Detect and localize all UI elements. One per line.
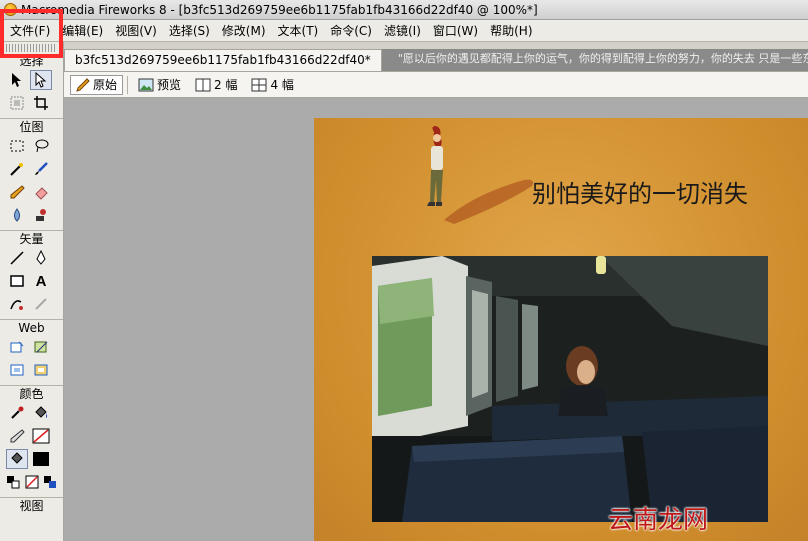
train-photo	[372, 256, 768, 522]
view-original-button[interactable]: 原始	[70, 74, 124, 95]
document-tab-bar: b3fc513d269759ee6b1175fab1fb43166d22df40…	[64, 49, 808, 72]
section-title-view: 视图	[0, 497, 63, 513]
rubber-stamp-tool-icon[interactable]	[30, 205, 52, 225]
lasso-tool-icon[interactable]	[30, 136, 52, 156]
show-slices-icon[interactable]	[30, 360, 52, 380]
two-up-icon	[195, 78, 211, 91]
view-separator	[127, 75, 129, 94]
view-mode-bar: 原始 预览 2 幅 4 幅	[64, 72, 808, 98]
four-up-icon	[251, 78, 267, 91]
view-preview-label: 预览	[157, 78, 182, 92]
document-canvas[interactable]: 别怕美好的一切消失	[314, 118, 808, 541]
section-title-select: 选择	[19, 54, 44, 68]
no-color-icon[interactable]	[23, 472, 41, 492]
view-4up-label: 4 幅	[270, 78, 294, 92]
image-preview-icon	[138, 78, 154, 91]
canvas-title-text: 别怕美好的一切消失	[532, 180, 748, 208]
menu-bar: 文件(F) 编辑(E) 视图(V) 选择(S) 修改(M) 文本(T) 命令(C…	[0, 20, 808, 42]
window-title: Macromedia Fireworks 8 - [b3fc513d269759…	[21, 2, 538, 17]
magic-wand-tool-icon[interactable]	[6, 159, 28, 179]
blur-tool-icon[interactable]	[6, 205, 28, 225]
hide-slices-icon[interactable]	[6, 360, 28, 380]
line-tool-icon[interactable]	[6, 248, 28, 268]
eraser-tool-icon[interactable]	[30, 182, 52, 202]
hotspot-tool-icon[interactable]	[6, 337, 28, 357]
menu-edit[interactable]: 编辑(E)	[56, 21, 109, 41]
section-title-web: Web	[0, 319, 63, 335]
menu-file[interactable]: 文件(F)	[4, 21, 56, 41]
view-preview-button[interactable]: 预览	[132, 75, 187, 95]
menu-view[interactable]: 视图(V)	[109, 21, 163, 41]
menu-text[interactable]: 文本(T)	[272, 21, 325, 41]
text-tool-icon[interactable]: A	[30, 271, 52, 291]
pointer-tool-icon[interactable]	[6, 70, 28, 90]
view-2up-button[interactable]: 2 幅	[189, 75, 243, 95]
view-2up-label: 2 幅	[214, 78, 238, 92]
pencil-icon	[76, 77, 90, 92]
rectangle-tool-icon[interactable]	[6, 271, 28, 291]
section-title-bitmap: 位图	[0, 118, 63, 134]
view-4up-button[interactable]: 4 幅	[245, 75, 299, 95]
window-titlebar: Macromedia Fireworks 8 - [b3fc513d269759…	[0, 0, 808, 20]
slice-tool-icon[interactable]	[30, 337, 52, 357]
document-tab-hint: "愿以后你的遇见都配得上你的运气，你的得到配得上你的努力，你的失去 只是一些东	[381, 49, 808, 71]
menu-modify[interactable]: 修改(M)	[216, 21, 272, 41]
menu-window[interactable]: 窗口(W)	[427, 21, 484, 41]
menu-select[interactable]: 选择(S)	[163, 21, 216, 41]
crop-tool-icon[interactable]	[30, 93, 52, 113]
stroke-color-icon[interactable]	[6, 426, 28, 446]
menu-filters[interactable]: 滤镜(I)	[378, 21, 427, 41]
paint-bucket-tool-icon[interactable]	[30, 403, 52, 423]
train-interior-image	[372, 256, 768, 522]
document-tab[interactable]: b3fc513d269759ee6b1175fab1fb43166d22df40…	[64, 49, 382, 71]
tools-panel: 选择 位图 矢量 A Web 颜色 视图	[0, 42, 64, 541]
subselection-tool-icon[interactable]	[30, 70, 52, 90]
marquee-tool-icon[interactable]	[6, 136, 28, 156]
watermark-text: 云南龙网	[608, 505, 709, 534]
menu-commands[interactable]: 命令(C)	[324, 21, 378, 41]
eyedropper-tool-icon[interactable]	[6, 403, 28, 423]
default-colors-icon[interactable]	[4, 472, 22, 492]
view-original-label: 原始	[93, 78, 118, 92]
fill-swatch-black-icon[interactable]	[30, 449, 52, 469]
pen-tool-icon[interactable]	[30, 248, 52, 268]
walking-girl-illustration	[427, 126, 533, 224]
scale-tool-icon[interactable]	[6, 93, 28, 113]
fireworks-app-icon	[4, 3, 17, 16]
panel-grip[interactable]	[6, 44, 57, 52]
stroke-swatch-none-icon[interactable]	[30, 426, 52, 446]
document-workspace: 别怕美好的一切消失	[64, 98, 808, 541]
pencil-tool-icon[interactable]	[6, 182, 28, 202]
menu-help[interactable]: 帮助(H)	[484, 21, 538, 41]
brush-tool-icon[interactable]	[30, 159, 52, 179]
section-title-vector: 矢量	[0, 230, 63, 246]
knife-tool-icon[interactable]	[30, 294, 52, 314]
freeform-tool-icon[interactable]	[6, 294, 28, 314]
swap-colors-icon[interactable]	[41, 472, 59, 492]
fill-color-icon[interactable]	[6, 449, 28, 469]
section-title-colors: 颜色	[0, 385, 63, 401]
